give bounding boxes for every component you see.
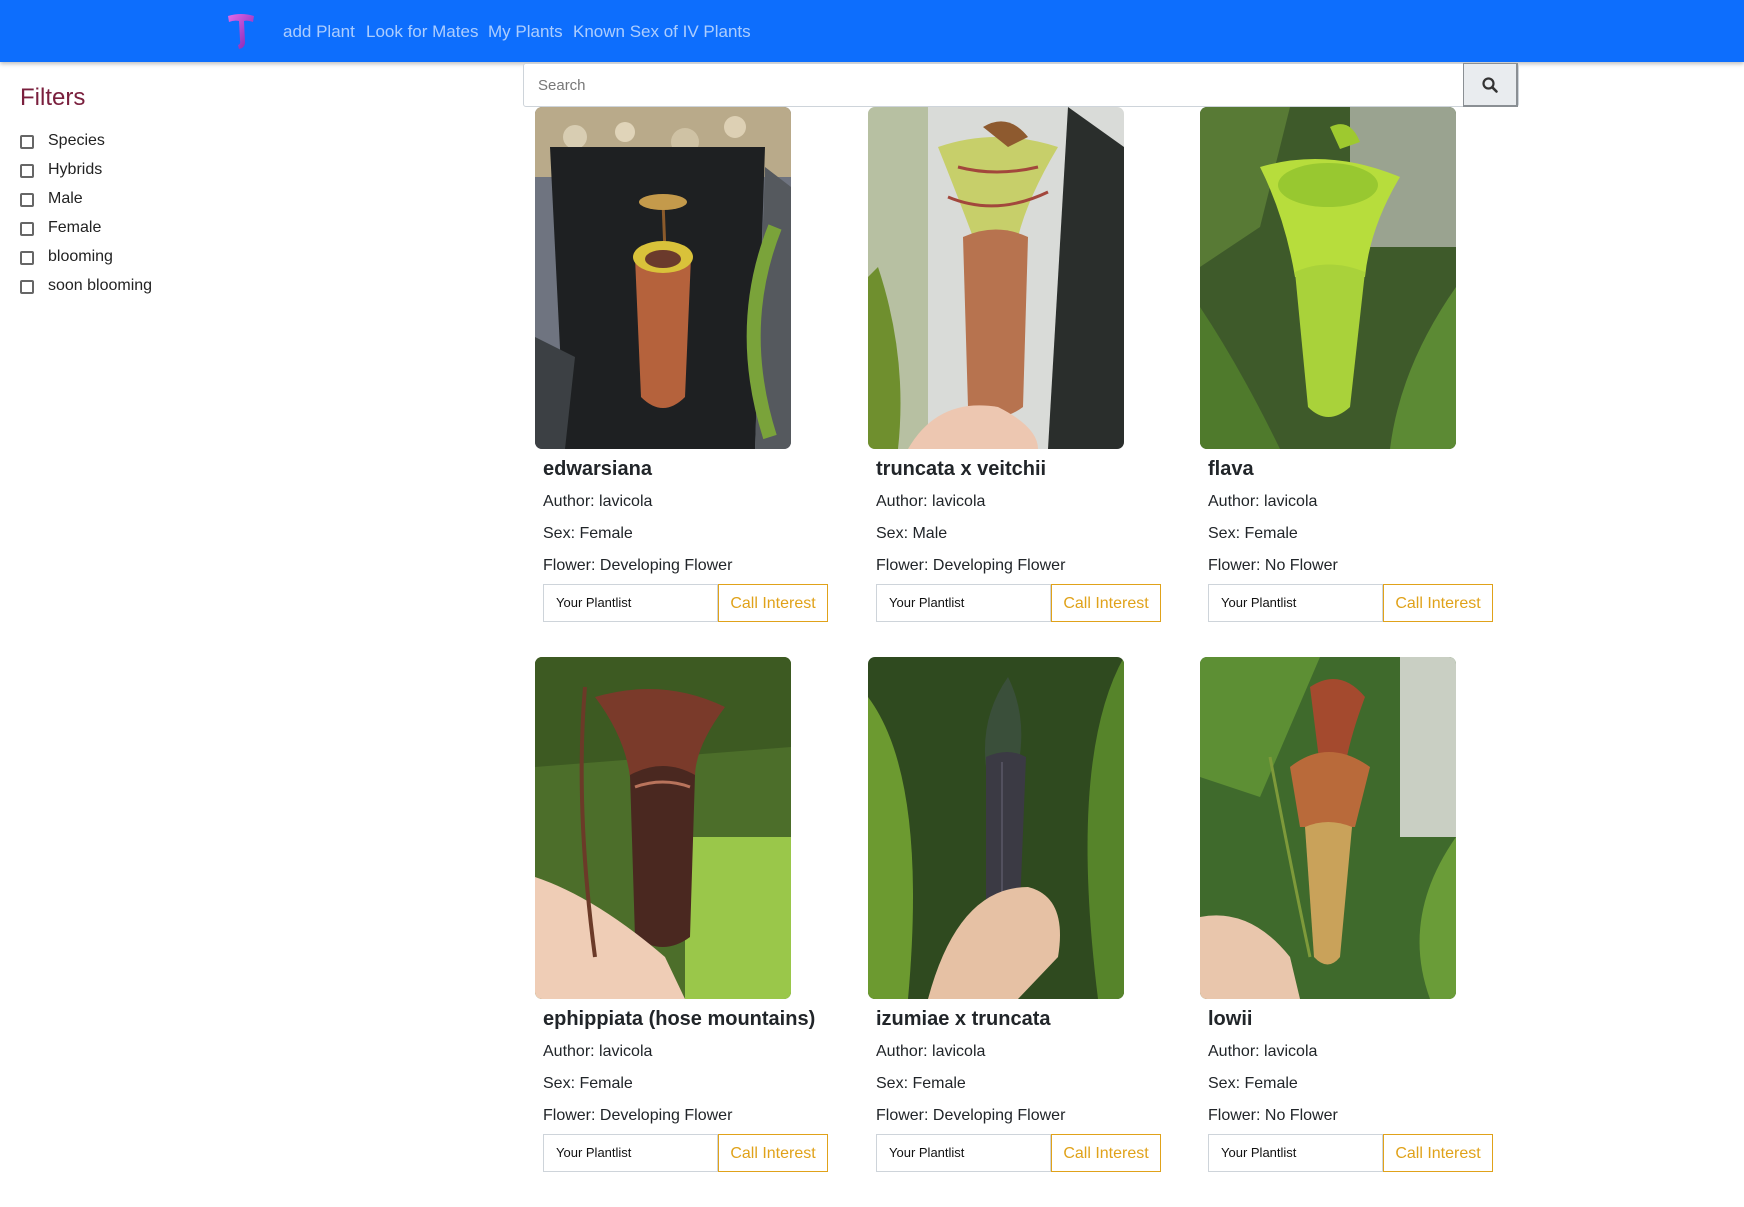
plant-name: izumiae x truncata <box>876 1008 1051 1030</box>
plant-author: Author: lavicola <box>543 493 653 510</box>
plant-card: flava Author: lavicola Sex: Female Flowe… <box>1200 107 1500 627</box>
plant-flower: Flower: Developing Flower <box>876 1107 1066 1124</box>
search-input[interactable] <box>524 64 1464 106</box>
call-interest-button[interactable]: Call Interest <box>1383 584 1493 622</box>
plant-photo[interactable] <box>1200 657 1456 999</box>
filter-checkbox[interactable] <box>20 222 34 236</box>
plant-author: Author: lavicola <box>1208 1043 1318 1060</box>
filter-checkbox[interactable] <box>20 280 34 294</box>
plant-flower: Flower: Developing Flower <box>543 1107 733 1124</box>
plant-card: lowii Author: lavicola Sex: Female Flowe… <box>1200 657 1500 1177</box>
filter-label: blooming <box>48 248 113 265</box>
filter-label: Female <box>48 219 102 236</box>
plant-card: izumiae x truncata Author: lavicola Sex:… <box>868 657 1168 1177</box>
plant-flower: Flower: No Flower <box>1208 1107 1338 1124</box>
plant-name: flava <box>1208 458 1254 480</box>
plant-flower: Flower: Developing Flower <box>543 557 733 574</box>
plant-sex: Sex: Female <box>543 525 633 542</box>
plant-sex: Sex: Female <box>543 1075 633 1092</box>
plantlist-select[interactable]: Your Plantlist <box>543 584 718 622</box>
search-bar <box>523 63 1519 107</box>
plant-card: truncata x veitchii Author: lavicola Sex… <box>868 107 1168 627</box>
plant-author: Author: lavicola <box>543 1043 653 1060</box>
filter-label: Species <box>48 132 105 149</box>
plant-photo[interactable] <box>535 107 791 449</box>
filter-label: soon blooming <box>48 277 153 294</box>
filter-checkbox[interactable] <box>20 164 34 178</box>
plantlist-select[interactable]: Your Plantlist <box>543 1134 718 1172</box>
top-navbar: add Plant Look for Mates My Plants Known… <box>0 0 1744 62</box>
nav-link-look-for-mates[interactable]: Look for Mates <box>366 21 478 43</box>
plant-author: Author: lavicola <box>876 1043 986 1060</box>
call-interest-button[interactable]: Call Interest <box>1051 584 1161 622</box>
plant-name: edwarsiana <box>543 458 652 480</box>
plantlist-select[interactable]: Your Plantlist <box>876 1134 1051 1172</box>
nav-link-my-plants[interactable]: My Plants <box>488 21 563 43</box>
plant-flower: Flower: Developing Flower <box>876 557 1066 574</box>
plantlist-select[interactable]: Your Plantlist <box>1208 1134 1383 1172</box>
plant-photo[interactable] <box>1200 107 1456 449</box>
plantlist-select[interactable]: Your Plantlist <box>876 584 1051 622</box>
plant-author: Author: lavicola <box>876 493 986 510</box>
call-interest-button[interactable]: Call Interest <box>1383 1134 1493 1172</box>
plant-sex: Sex: Female <box>1208 1075 1298 1092</box>
call-interest-button[interactable]: Call Interest <box>1051 1134 1161 1172</box>
plantlist-select[interactable]: Your Plantlist <box>1208 584 1383 622</box>
plant-sex: Sex: Female <box>1208 525 1298 542</box>
plant-author: Author: lavicola <box>1208 493 1318 510</box>
plant-photo[interactable] <box>868 657 1124 999</box>
call-interest-button[interactable]: Call Interest <box>718 584 828 622</box>
call-interest-button[interactable]: Call Interest <box>718 1134 828 1172</box>
nav-link-known-sex[interactable]: Known Sex of IV Plants <box>573 21 751 43</box>
plant-name: lowii <box>1208 1008 1253 1030</box>
plant-card: ephippiata (hose mountains) Author: lavi… <box>535 657 835 1177</box>
filter-label: Hybrids <box>48 161 103 178</box>
search-button[interactable] <box>1463 63 1518 107</box>
plant-name: ephippiata (hose mountains) <box>543 1008 816 1030</box>
filters-title: Filters <box>20 84 86 111</box>
filter-label: Male <box>48 190 83 207</box>
plant-flower: Flower: No Flower <box>1208 557 1338 574</box>
app-logo-icon[interactable] <box>226 12 256 50</box>
filter-checkbox[interactable] <box>20 135 34 149</box>
filter-checkbox[interactable] <box>20 251 34 265</box>
plant-sex: Sex: Male <box>876 525 948 542</box>
search-icon <box>1482 77 1498 93</box>
plant-photo[interactable] <box>868 107 1124 449</box>
plant-card: edwarsiana Author: lavicola Sex: Female … <box>535 107 835 627</box>
plant-name: truncata x veitchii <box>876 458 1047 480</box>
filter-checkbox[interactable] <box>20 193 34 207</box>
plant-photo[interactable] <box>535 657 791 999</box>
plant-sex: Sex: Female <box>876 1075 966 1092</box>
nav-link-add-plant[interactable]: add Plant <box>283 21 355 43</box>
